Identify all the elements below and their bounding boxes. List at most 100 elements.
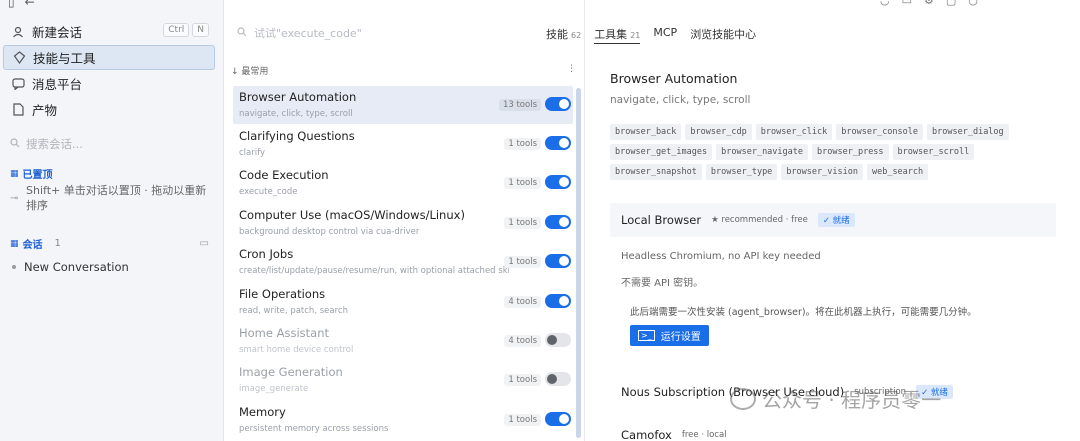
shortcut-key: Ctrl <box>163 23 190 37</box>
skill-description: persistent memory across sessions <box>239 424 389 434</box>
skill-toggle[interactable] <box>545 215 571 229</box>
skill-row[interactable]: Cron Jobs create/list/update/pause/resum… <box>233 243 573 281</box>
pinned-hint: ⊸ Shift+ 单击对话以置顶 · 拖动以重新排序 <box>10 183 210 213</box>
skill-row[interactable]: Code Execution execute_code 1 tools <box>233 164 573 202</box>
watermark: 公众号 · 程序员零一 <box>730 384 941 413</box>
message-icon <box>11 77 25 91</box>
tool-count-badge: 1 tools <box>504 138 541 150</box>
skill-row[interactable]: File Operations read, write, patch, sear… <box>233 283 573 321</box>
skill-description: read, write, patch, search <box>239 306 348 316</box>
window-controls: ▯ ← <box>8 0 35 10</box>
run-setup-button[interactable]: >_ 运行设置 <box>630 325 709 346</box>
more-options-icon[interactable]: ⋮ <box>567 64 576 77</box>
setup-description: 此后端需要一次性安装 (agent_browser)。将在此机器上执行，可能需要… <box>630 307 977 318</box>
tool-count-badge: 1 tools <box>504 177 541 189</box>
tool-chip: browser_back <box>610 124 682 140</box>
detail-title: Browser Automation <box>610 71 738 86</box>
watermark-text: 公众号 · 程序员零一 <box>762 388 942 412</box>
skill-row[interactable]: Image Generation image_generate 1 tools <box>233 361 573 399</box>
skill-toggle[interactable] <box>545 254 571 268</box>
skill-toggle[interactable] <box>545 294 571 308</box>
skill-description: background desktop control via cua-drive… <box>239 227 420 237</box>
skill-row[interactable]: Memory persistent memory across sessions… <box>233 401 573 439</box>
tool-chip: browser_press <box>812 144 889 160</box>
tool-chip: browser_navigate <box>716 144 809 160</box>
skill-toggle[interactable] <box>545 372 571 386</box>
window-icon[interactable]: ▢ <box>946 0 956 7</box>
skills-search-input[interactable]: 试试"execute_code" <box>237 25 362 41</box>
skill-description: clarify <box>239 148 265 158</box>
tool-chip: web_search <box>866 164 929 180</box>
tool-count-badge: 1 tools <box>504 256 541 268</box>
new-folder-icon[interactable]: ▭ <box>200 238 209 249</box>
conversation-search[interactable]: 搜索会话... <box>10 136 83 152</box>
bullet-icon <box>12 265 16 269</box>
back-arrow-icon[interactable]: ← <box>25 0 35 10</box>
tool-count-badge: 4 tools <box>504 296 541 308</box>
terminal-icon: >_ <box>638 330 655 341</box>
list-scrollbar[interactable] <box>576 88 581 438</box>
tool-count-badge: 13 tools <box>498 99 541 111</box>
backend-note: 不需要 API 密钥。 <box>621 278 704 289</box>
new-chat-icon <box>11 25 25 39</box>
nav-label: 消息平台 <box>32 77 83 92</box>
tool-chip: browser_snapshot <box>610 164 702 180</box>
tab-label: 工具集 <box>594 28 628 41</box>
nav-new-chat[interactable]: 新建会话 Ctrl N <box>3 19 215 44</box>
skill-description: execute_code <box>239 187 298 197</box>
nav-skills-tools[interactable]: 技能与工具 <box>3 45 215 70</box>
tool-count-badge: 4 tools <box>504 335 541 347</box>
shortcut-hint: Ctrl N <box>163 23 209 37</box>
tool-count-badge: 1 tools <box>504 374 541 386</box>
shortcut-key: N <box>192 23 209 37</box>
tab-skills[interactable]: 技能 62 <box>546 26 581 44</box>
nav-messaging[interactable]: 消息平台 <box>3 71 215 96</box>
nav-artifacts[interactable]: 产物 <box>3 97 215 122</box>
skill-row[interactable]: Clarifying Questions clarify 1 tools <box>233 125 573 163</box>
button-label: 运行设置 <box>660 332 701 343</box>
pinned-section-header: ▦ 已置顶 <box>10 166 53 182</box>
skill-row[interactable]: Computer Use (macOS/Windows/Linux) backg… <box>233 204 573 242</box>
skill-row[interactable]: Home Assistant smart home device control… <box>233 322 573 360</box>
tool-chip: browser_get_images <box>610 144 713 160</box>
tab-skill-hub[interactable]: 浏览技能中心 <box>690 26 756 44</box>
tab-label: MCP <box>653 26 678 39</box>
tab-toolsets[interactable]: 工具集 21 <box>594 26 641 44</box>
backend-name: Local Browser <box>621 213 702 227</box>
detail-subtitle: navigate, click, type, scroll <box>610 94 751 106</box>
backend-option-local[interactable]: Local Browser ★ recommended · free ✓ 就绪 <box>610 203 1056 237</box>
nav-label: 产物 <box>32 103 58 118</box>
tab-mcp[interactable]: MCP <box>653 26 677 44</box>
minimize-icon[interactable]: ◡ <box>880 0 890 7</box>
tool-chip-list: browser_back browser_cdp browser_click b… <box>610 124 1050 180</box>
skill-toggle[interactable] <box>545 412 571 426</box>
tool-chip: browser_scroll <box>892 144 975 160</box>
skill-toggle[interactable] <box>545 175 571 189</box>
gear-icon[interactable]: ⚙ <box>924 0 934 7</box>
skill-toggle[interactable] <box>545 97 571 111</box>
sort-label[interactable]: ↓ 最常用 <box>231 64 268 77</box>
pinned-hint-text: Shift+ 单击对话以置顶 · 拖动以重新排序 <box>26 184 207 212</box>
close-icon[interactable]: ○ <box>968 0 978 7</box>
grid-icon: ▦ <box>10 238 19 249</box>
skill-toggle[interactable] <box>545 333 571 347</box>
tool-chip: browser_click <box>755 124 833 140</box>
conversations-count: 1 <box>54 238 61 249</box>
conversation-item[interactable]: New Conversation <box>12 260 129 274</box>
backend-name: Camofox <box>621 428 672 441</box>
skill-row[interactable]: Browser Automation navigate, click, type… <box>233 86 573 124</box>
tab-label: 技能 <box>546 28 568 41</box>
tool-chip: browser_console <box>836 124 924 140</box>
search-placeholder: 搜索会话... <box>26 137 83 151</box>
sidebar-toggle-icon[interactable]: ▯ <box>8 0 15 10</box>
nav-label: 技能与工具 <box>33 51 96 66</box>
skill-toggle[interactable] <box>545 136 571 150</box>
document-icon <box>11 103 25 117</box>
search-icon <box>237 26 247 40</box>
backend-option-camofox[interactable]: Camofox free · local <box>621 428 727 441</box>
tool-chip: browser_cdp <box>685 124 752 140</box>
nav-label: 新建会话 <box>32 25 83 40</box>
skill-description: create/list/update/pause/resume/run, wit… <box>239 266 509 276</box>
tab-label: 浏览技能中心 <box>690 28 757 41</box>
panel-icon[interactable]: ▭ <box>902 0 912 7</box>
